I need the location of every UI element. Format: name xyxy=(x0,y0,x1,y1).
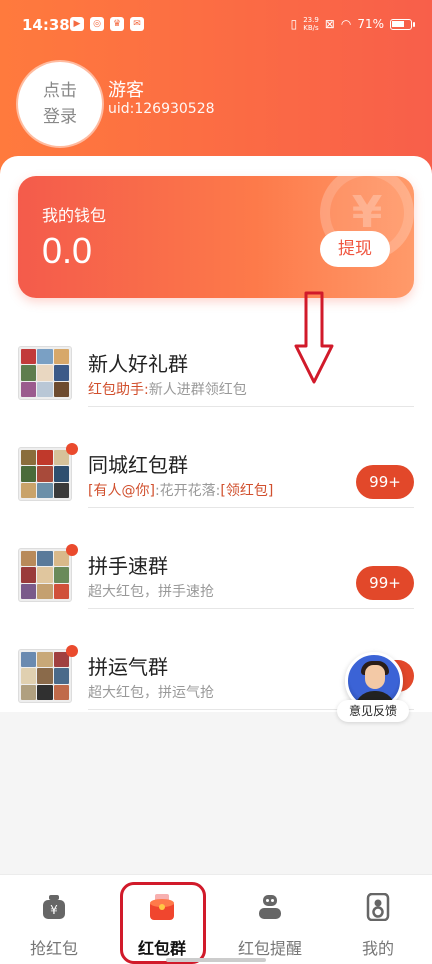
withdraw-button[interactable]: 提现 xyxy=(320,231,390,267)
unread-count-badge: 99+ xyxy=(356,566,414,600)
sim-icon: ⊠ xyxy=(324,17,335,31)
group-last-message: 红包助手:新人进群领红包 xyxy=(88,379,247,399)
message-icon: ✉ xyxy=(130,17,144,31)
tab-label: 抢红包 xyxy=(29,939,78,958)
svg-text:¥: ¥ xyxy=(50,903,58,917)
login-avatar[interactable]: 点击 登录 xyxy=(18,62,102,146)
group-item-local[interactable]: 同城红包群 [有人@你]:花开花落:[领红包] 99+ xyxy=(18,443,414,519)
avatar-text-line2: 登录 xyxy=(43,107,77,127)
crown-icon: ♛ xyxy=(110,17,124,31)
app-notification-icon: ▶ xyxy=(70,17,84,31)
tab-red-envelope-reminder[interactable]: 红包提醒 xyxy=(216,875,324,964)
bottom-tab-bar: ¥ 抢红包 红包群 红包提醒 我的 xyxy=(0,874,432,964)
group-name: 新人好礼群 xyxy=(88,352,188,376)
group-name: 同城红包群 xyxy=(88,453,188,477)
avatar-text-line1: 点击 xyxy=(43,81,77,101)
status-right: ▯ 23.9 KB/s ⊠ ◠ 71% xyxy=(290,16,415,32)
wallet-card[interactable]: ¥ 我的钱包 0.0 提现 xyxy=(18,176,414,298)
profile-icon xyxy=(366,893,390,921)
claim-tag: [领红包] xyxy=(220,483,274,499)
annotation-highlight-box xyxy=(120,882,206,964)
divider xyxy=(88,507,414,508)
wifi-icon: ◠ xyxy=(340,17,352,31)
battery-icon xyxy=(390,18,415,30)
feedback-label: 意见反馈 xyxy=(337,700,409,722)
group-item-speed[interactable]: 拼手速群 超大红包，拼手速抢 99+ xyxy=(18,544,414,620)
group-name: 拼手速群 xyxy=(88,554,168,578)
unread-dot xyxy=(66,544,78,556)
status-time: 14:38 xyxy=(22,16,70,34)
vibrate-icon: ▯ xyxy=(290,17,298,31)
message-text: 新人进群领红包 xyxy=(148,382,247,398)
wallet-title: 我的钱包 xyxy=(42,206,107,225)
tab-grab-red-envelope[interactable]: ¥ 抢红包 xyxy=(0,875,108,964)
message-text: :花开花落: xyxy=(154,483,221,499)
group-last-message: [有人@你]:花开花落:[领红包] xyxy=(88,480,273,500)
home-indicator[interactable] xyxy=(166,958,266,962)
group-item-newcomer[interactable]: 新人好礼群 红包助手:新人进群领红包 xyxy=(18,346,414,418)
money-bag-icon: ¥ xyxy=(43,895,65,919)
tab-label: 红包提醒 xyxy=(237,939,302,958)
group-avatar xyxy=(18,649,72,703)
user-id: uid:126930528 xyxy=(108,101,215,117)
net-speed-value: 23.9 xyxy=(303,16,319,24)
app-notification-icon: ◎ xyxy=(90,17,104,31)
tab-mine[interactable]: 我的 xyxy=(324,875,432,964)
status-bar: 14:38 ▶ ◎ ♛ ✉ ▯ 23.9 KB/s ⊠ ◠ 71% xyxy=(0,0,432,52)
group-last-message: 超大红包，拼手速抢 xyxy=(88,584,214,600)
message-sender: 红包助手: xyxy=(88,382,149,398)
divider xyxy=(88,406,414,407)
group-last-message: 超大红包，拼运气抢 xyxy=(88,685,214,701)
unread-dot xyxy=(66,645,78,657)
group-avatar xyxy=(18,548,72,602)
robot-icon xyxy=(259,895,281,919)
group-avatar xyxy=(18,346,72,400)
unread-dot xyxy=(66,443,78,455)
net-speed: 23.9 KB/s xyxy=(303,16,319,32)
username: 游客 xyxy=(108,80,144,101)
feedback-button[interactable]: 意见反馈 xyxy=(337,652,409,722)
net-speed-unit: KB/s xyxy=(303,24,319,32)
mention-tag: [有人@你] xyxy=(88,483,155,499)
divider xyxy=(88,608,414,609)
tab-label: 我的 xyxy=(361,939,394,958)
unread-count-badge: 99+ xyxy=(356,465,414,499)
wallet-balance: 0.0 xyxy=(42,230,93,271)
battery-percent: 71% xyxy=(357,17,384,31)
group-name: 拼运气群 xyxy=(88,655,168,679)
notification-icons: ▶ ◎ ♛ ✉ xyxy=(70,17,144,31)
group-avatar xyxy=(18,447,72,501)
